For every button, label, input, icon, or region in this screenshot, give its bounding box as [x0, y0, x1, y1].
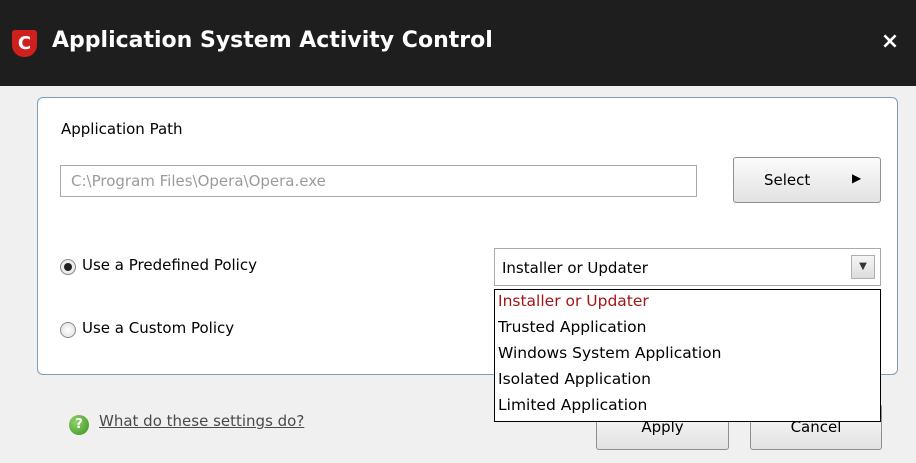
dropdown-option-isolated-application[interactable]: Isolated Application	[498, 370, 651, 388]
chevron-down-icon[interactable]: ▼	[851, 255, 875, 279]
predefined-policy-label[interactable]: Use a Predefined Policy	[82, 256, 257, 274]
application-path-input[interactable]: C:\Program Files\Opera\Opera.exe	[60, 165, 697, 197]
dropdown-option-limited-application[interactable]: Limited Application	[498, 396, 647, 414]
application-path-label: Application Path	[61, 120, 183, 138]
policy-combobox[interactable]: Installer or Updater ▼	[494, 248, 881, 286]
help-link[interactable]: What do these settings do?	[99, 412, 304, 430]
policy-dropdown-list: Installer or Updater Trusted Application…	[494, 289, 881, 422]
policy-combobox-value: Installer or Updater	[502, 259, 648, 277]
comodo-logo-icon: C	[12, 30, 37, 57]
dialog-window: C Application System Activity Control × …	[0, 0, 916, 463]
custom-policy-label[interactable]: Use a Custom Policy	[82, 319, 234, 337]
select-button-label: Select	[764, 171, 811, 189]
select-button[interactable]: Select ▶	[733, 157, 881, 203]
window-title: Application System Activity Control	[52, 28, 493, 53]
title-bar: C Application System Activity Control ×	[0, 0, 916, 86]
close-button[interactable]: ×	[876, 26, 904, 58]
predefined-policy-radio[interactable]	[60, 259, 76, 275]
dropdown-option-windows-system-application[interactable]: Windows System Application	[498, 344, 721, 362]
custom-policy-radio[interactable]	[60, 322, 76, 338]
help-icon: ?	[69, 415, 89, 435]
arrow-right-icon: ▶	[852, 171, 862, 185]
dropdown-option-trusted-application[interactable]: Trusted Application	[498, 318, 646, 336]
dropdown-option-installer-or-updater[interactable]: Installer or Updater	[498, 292, 649, 310]
